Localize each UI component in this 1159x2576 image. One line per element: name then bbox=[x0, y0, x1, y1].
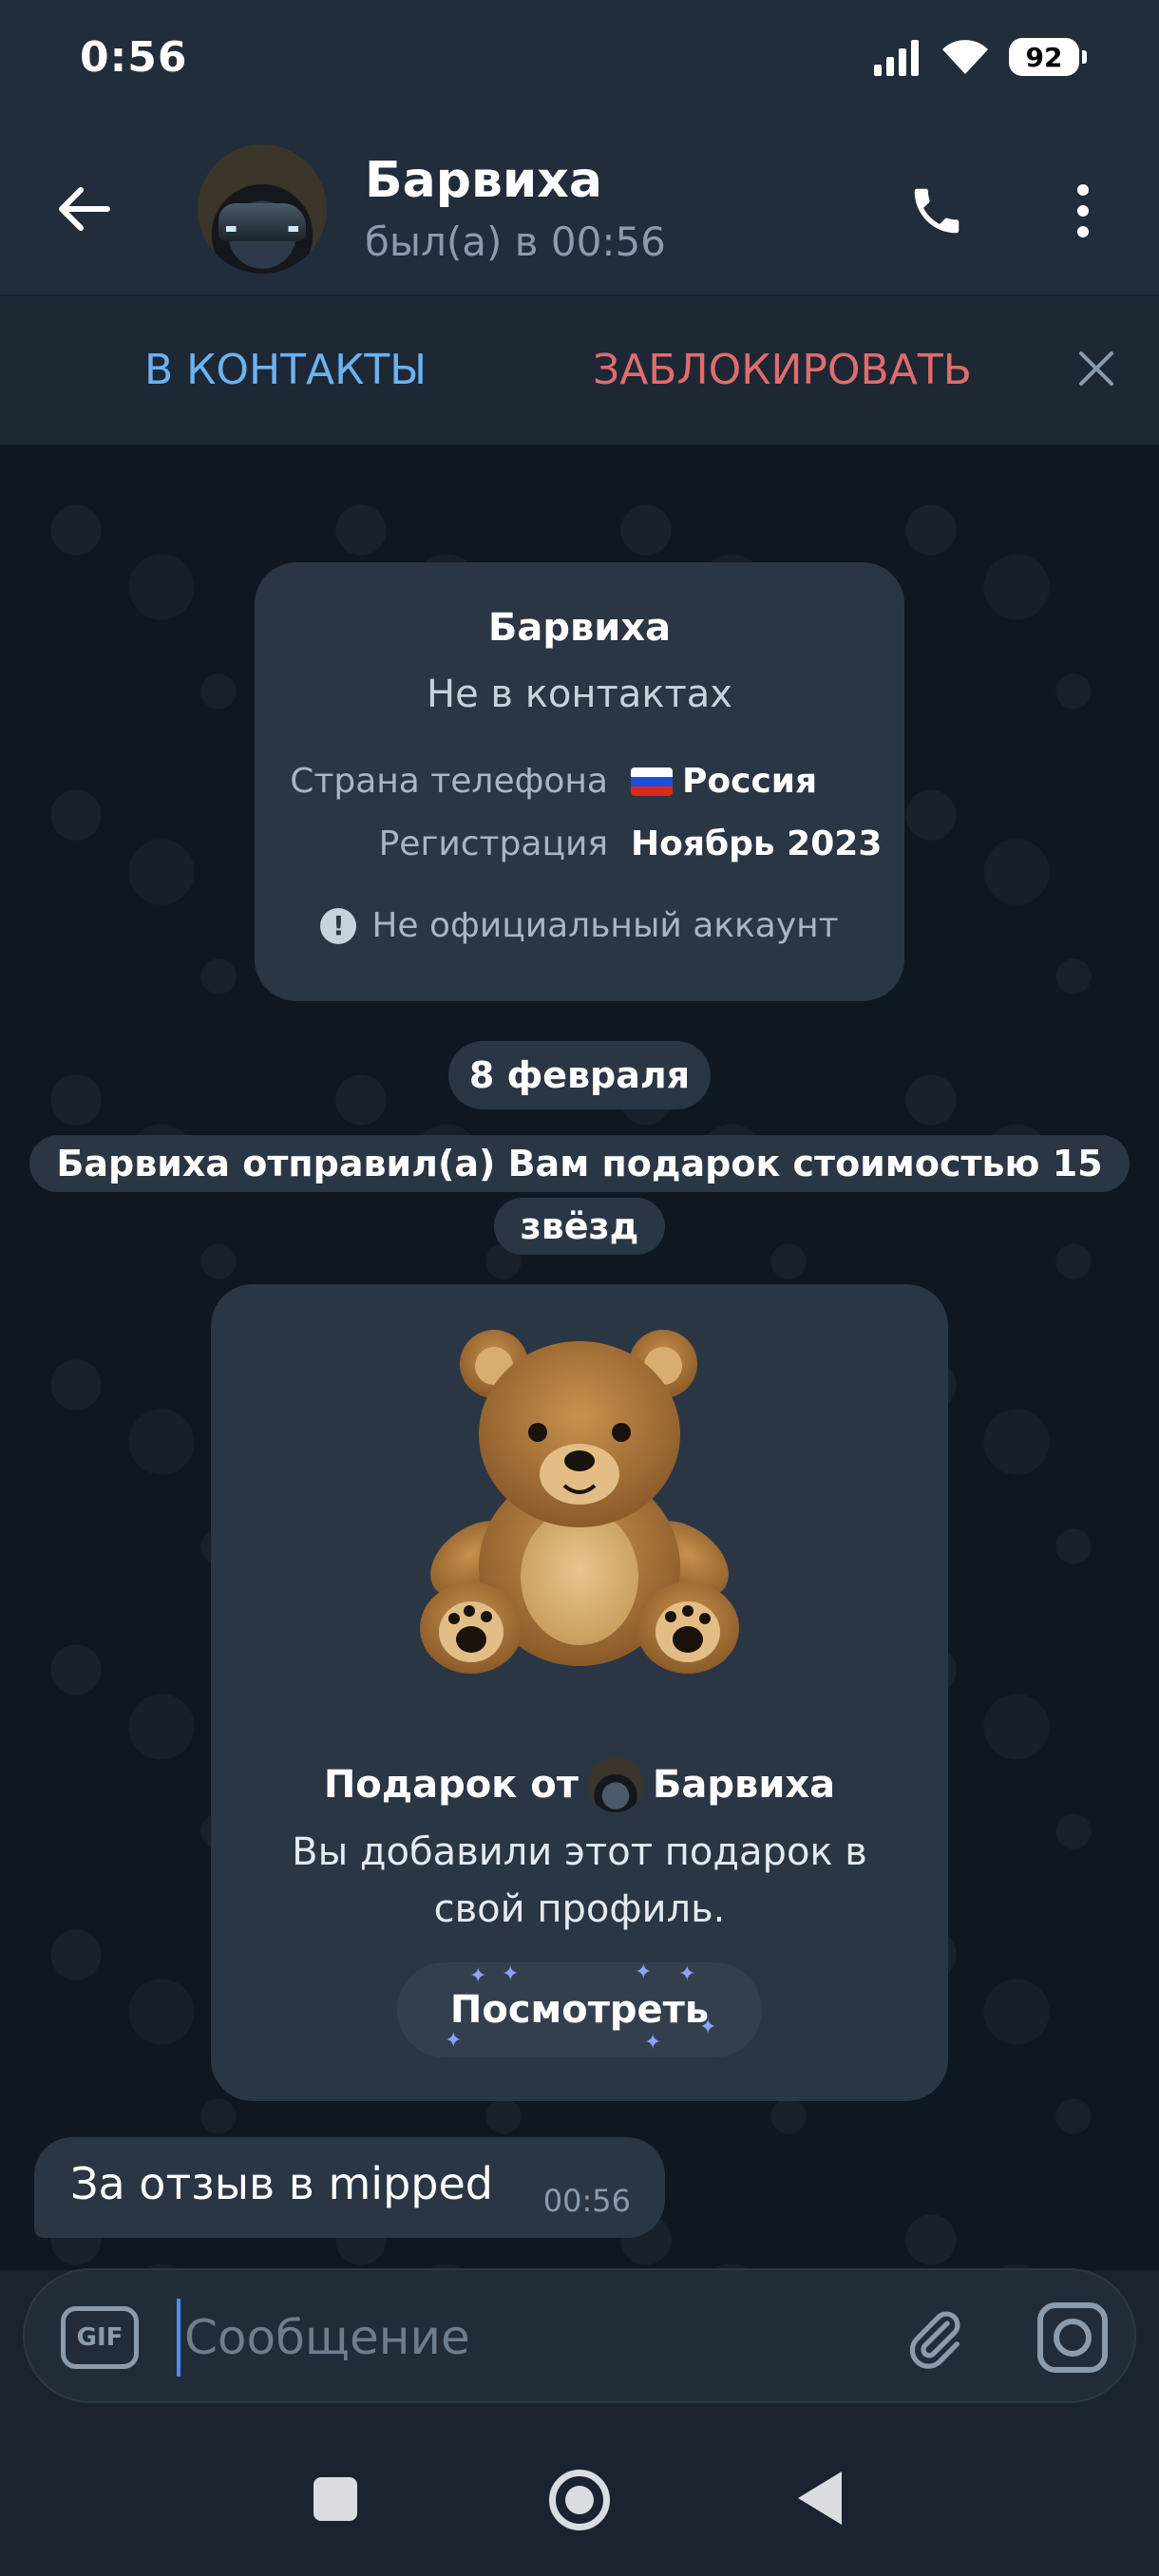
close-action-bar-button[interactable] bbox=[1068, 340, 1125, 397]
service-message-text: Барвиха отправил(а) Вам подарок стоимост… bbox=[29, 1135, 1130, 1255]
avatar[interactable] bbox=[198, 144, 327, 274]
more-vertical-icon bbox=[1077, 184, 1089, 237]
info-row-value: Ноябрь 2023 bbox=[631, 824, 883, 863]
avatar-car-image bbox=[218, 203, 306, 241]
message-input[interactable] bbox=[177, 2299, 880, 2377]
service-message: Барвиха отправил(а) Вам подарок стоимост… bbox=[28, 1132, 1130, 1258]
status-time: 0:56 bbox=[80, 32, 188, 82]
sparkle-icon: ✦ bbox=[635, 1960, 653, 1984]
recent-apps-button[interactable] bbox=[314, 2477, 357, 2521]
arrow-left-icon bbox=[59, 187, 110, 231]
attach-button[interactable] bbox=[899, 2302, 971, 2375]
gift-description: Вы добавили этот подарок в свой профиль. bbox=[292, 1830, 867, 1931]
status-bar: 0:56 92 bbox=[0, 0, 1159, 114]
incoming-message[interactable]: За отзыв в mipped 00:56 bbox=[34, 2137, 665, 2238]
info-row-label: Регистрация bbox=[378, 824, 608, 863]
phone-icon bbox=[914, 188, 960, 234]
signal-icon bbox=[874, 40, 919, 76]
info-row-value: Россия bbox=[631, 762, 817, 801]
gif-button[interactable]: GIF bbox=[61, 2306, 139, 2369]
unofficial-account-notice: ! Не официальный аккаунт bbox=[255, 906, 904, 945]
home-button[interactable] bbox=[549, 2470, 610, 2530]
gift-title: Подарок от Барвиха bbox=[211, 1757, 948, 1812]
sender-avatar bbox=[587, 1757, 643, 1812]
call-button[interactable] bbox=[901, 175, 973, 247]
message-composer: GIF bbox=[23, 2268, 1136, 2403]
paperclip-icon bbox=[909, 2311, 960, 2369]
contact-action-bar: В КОНТАКТЫ ЗАБЛОКИРОВАТЬ bbox=[0, 294, 1159, 445]
gift-card[interactable]: Подарок от Барвиха Вы добавили этот пода… bbox=[211, 1284, 948, 2101]
back-button[interactable] bbox=[49, 176, 116, 242]
sparkle-icon: ✦ bbox=[445, 2029, 463, 2053]
view-gift-button[interactable]: ✦ ✦ ✦ ✦ ✦ ✦ ✦ Посмотреть bbox=[397, 1960, 762, 2057]
wifi-icon bbox=[942, 40, 988, 74]
warning-text: Не официальный аккаунт bbox=[371, 906, 839, 945]
battery-indicator: 92 bbox=[1009, 38, 1087, 76]
system-back-button[interactable] bbox=[798, 2472, 842, 2525]
teddy-bear-gift-image bbox=[420, 1330, 739, 1674]
info-card-subtitle: Не в контактах bbox=[427, 672, 732, 716]
sparkle-icon: ✦ bbox=[699, 2016, 717, 2039]
sparkle-icon: ✦ bbox=[502, 1962, 520, 1986]
sparkle-icon: ✦ bbox=[644, 2031, 662, 2055]
russia-flag-icon bbox=[631, 767, 673, 796]
block-user-button[interactable]: ЗАБЛОКИРОВАТЬ bbox=[593, 346, 972, 394]
date-separator: 8 февраля bbox=[448, 1041, 711, 1109]
exclamation-icon: ! bbox=[320, 907, 357, 944]
sparkle-icon: ✦ bbox=[678, 1962, 696, 1986]
status-icons: 92 bbox=[872, 38, 1087, 76]
message-time: 00:56 bbox=[542, 2183, 631, 2219]
system-navigation-bar bbox=[0, 2403, 1159, 2576]
camera-icon bbox=[1037, 2302, 1108, 2373]
close-icon bbox=[1079, 351, 1113, 386]
more-options-button[interactable] bbox=[1056, 175, 1110, 247]
camera-button[interactable] bbox=[1034, 2299, 1112, 2377]
contact-name[interactable]: Барвиха bbox=[365, 152, 602, 209]
contact-last-seen: был(а) в 00:56 bbox=[365, 218, 666, 265]
add-to-contacts-button[interactable]: В КОНТАКТЫ bbox=[144, 346, 427, 394]
chat-header: Барвиха был(а) в 00:56 bbox=[0, 114, 1159, 294]
message-text: За отзыв в mipped bbox=[70, 2158, 493, 2209]
info-card-name: Барвиха bbox=[487, 606, 672, 650]
info-row-label: Страна телефона bbox=[290, 762, 608, 801]
telegram-chat-screen: 0:56 92 Барвиха был(а) в 00:56 В КОНТАКТ… bbox=[0, 0, 1159, 2576]
sparkle-icon: ✦ bbox=[469, 1964, 487, 1988]
contact-info-card: Барвиха Не в контактах Страна телефона Р… bbox=[255, 562, 904, 1001]
